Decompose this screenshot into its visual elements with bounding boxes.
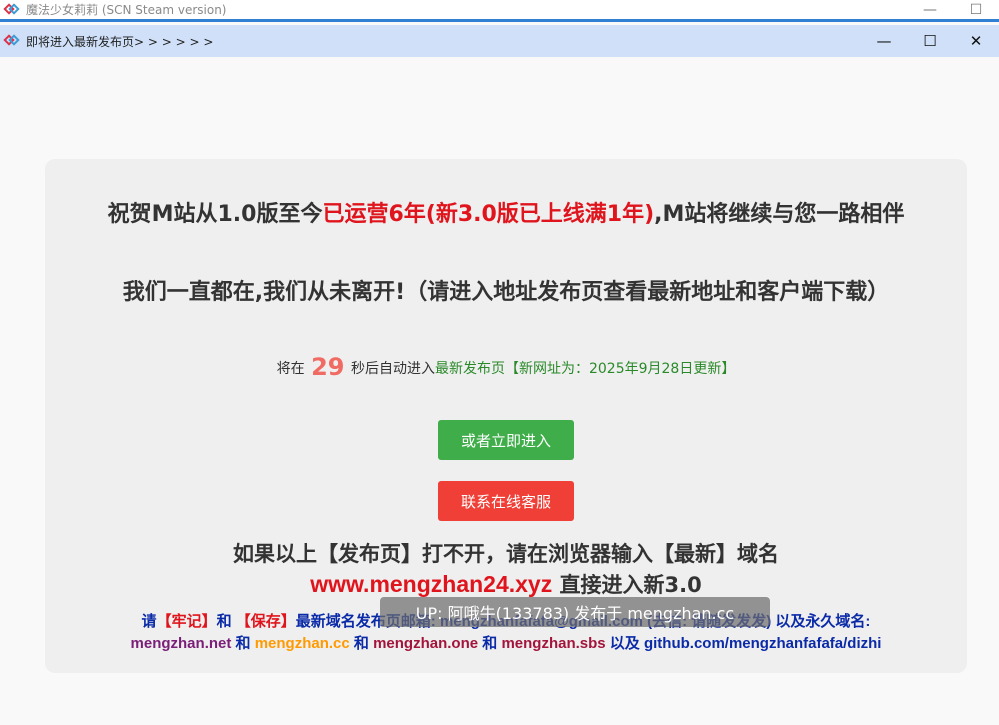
countdown-line: 将在 29 秒后自动进入最新发布页【新网址为：2025年9月28日更新】 (45, 353, 967, 381)
info-remember: 【牢记】 (156, 613, 217, 630)
release-page-link[interactable]: 最新发布页【新网址为：2025年9月28日更新】 (435, 361, 735, 377)
also-text: 以及 (605, 635, 644, 652)
dialog-minimize-button[interactable]: — (861, 25, 907, 57)
outer-window-titlebar: 魔法少女莉莉 (SCN Steam version) — ☐ (0, 0, 999, 22)
fallback-line2: www.mengzhan24.xyz 直接进入新3.0 (45, 569, 967, 600)
outer-maximize-button[interactable]: ☐ (953, 0, 999, 20)
outer-window-title: 魔法少女莉莉 (SCN Steam version) (26, 3, 227, 17)
minimize-icon: — (923, 2, 937, 18)
fallback-line2-suffix: 直接进入新3.0 (552, 573, 702, 597)
outer-window-controls: — ☐ (907, 0, 999, 20)
fallback-domain-link[interactable]: www.mengzhan24.xyz (310, 571, 552, 597)
maximize-icon: ☐ (969, 2, 983, 18)
close-icon: ✕ (969, 32, 983, 50)
outer-minimize-button[interactable]: — (907, 0, 953, 20)
fallback-line1: 如果以上【发布页】打不开，请在浏览器输入【最新】域名 (233, 542, 779, 566)
dialog-maximize-button[interactable]: ☐ (907, 25, 953, 57)
info-prefix: 请 (141, 613, 157, 630)
dialog-close-button[interactable]: ✕ (953, 25, 999, 57)
countdown-seconds: 29 (311, 353, 345, 381)
fallback-instructions: 如果以上【发布页】打不开，请在浏览器输入【最新】域名 www.mengzhan2… (45, 539, 967, 600)
app-logo-icon (3, 34, 20, 48)
dialog-controls: — ☐ ✕ (861, 25, 999, 57)
countdown-suffix: 秒后自动进入 (350, 361, 435, 377)
domain-one-link[interactable]: mengzhan.one (373, 635, 478, 652)
domain-cc-link[interactable]: mengzhan.cc (255, 635, 350, 652)
info-save: 【保存】 (235, 613, 296, 630)
contact-support-button[interactable]: 联系在线客服 (438, 481, 574, 521)
uploader-watermark: UP: 阿哦牛(133783) 发布于 mengzhan.cc (380, 597, 770, 627)
domain-net-link[interactable]: mengzhan.net (131, 635, 232, 652)
maximize-icon: ☐ (923, 32, 937, 50)
countdown-prefix: 将在 (276, 361, 305, 377)
domain-sbs-link[interactable]: mengzhan.sbs (501, 635, 605, 652)
domain-github-link[interactable]: github.com/mengzhanfafafa/dizhi (644, 635, 882, 652)
still-here-headline: 我们一直都在,我们从未离开!（请进入地址发布页查看最新地址和客户端下载） (122, 280, 890, 305)
and-text: 和 (478, 635, 502, 652)
app-logo-icon (3, 2, 20, 17)
and-text: 和 (349, 635, 374, 652)
info-and: 和 (216, 613, 232, 630)
headline-highlight: 已运营6年(新3.0版已上线满1年) (322, 202, 655, 227)
anniversary-headline: 祝贺M站从1.0版至今已运营6年(新3.0版已上线满1年),M站将继续与您一路相… (100, 199, 912, 230)
dialog-titlebar: 即将进入最新发布页> > > > > > — ☐ ✕ (0, 25, 999, 57)
permanent-domains-line: mengzhan.net 和 mengzhan.cc 和 mengzhan.on… (45, 632, 967, 653)
enter-now-button[interactable]: 或者立即进入 (438, 420, 574, 460)
dialog-title: 即将进入最新发布页> > > > > > (26, 34, 214, 49)
minimize-icon: — (876, 32, 892, 50)
announcement-card: 祝贺M站从1.0版至今已运营6年(新3.0版已上线满1年),M站将继续与您一路相… (45, 159, 967, 673)
headline-text: 祝贺M站从1.0版至今 (107, 202, 323, 227)
headline-text: ,M站将继续与您一路相伴 (654, 202, 905, 227)
and-text: 和 (231, 635, 255, 652)
